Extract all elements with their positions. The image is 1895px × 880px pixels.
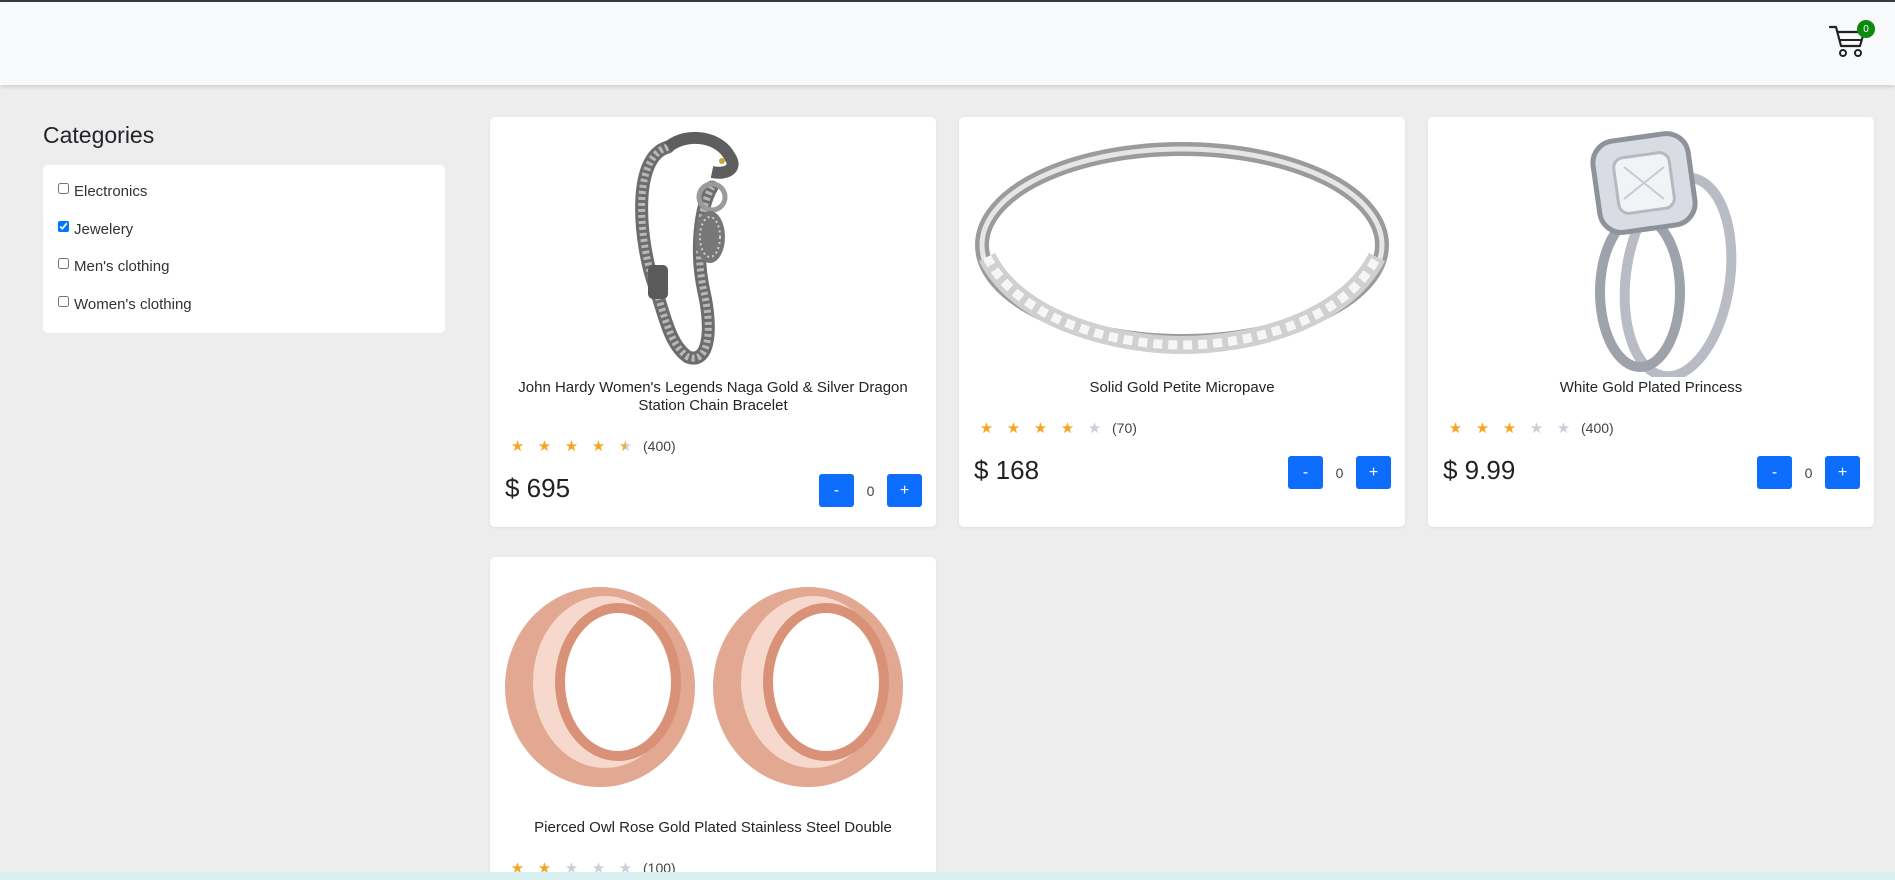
star-half-icon: ★	[612, 437, 639, 455]
product-card[interactable]: John Hardy Women's Legends Naga Gold & S…	[490, 117, 936, 527]
category-mens-clothing[interactable]: Men's clothing	[58, 248, 430, 286]
cart-button[interactable]: 0	[1829, 20, 1875, 62]
quantity-value: 0	[1804, 464, 1813, 481]
product-image-bracelet	[635, 132, 739, 365]
product-price: $ 168	[974, 455, 1040, 485]
star-icon: ★	[1033, 420, 1048, 437]
star-empty-icon: ★	[1087, 420, 1102, 437]
quantity-value: 0	[866, 482, 875, 499]
product-title: Solid Gold Petite Micropave	[1089, 379, 1275, 396]
star-icon: ★	[1448, 420, 1463, 437]
product-image-ring-set	[1590, 131, 1737, 377]
star-icon: ★	[564, 438, 579, 455]
category-checkbox[interactable]	[58, 258, 69, 270]
category-womens-clothing[interactable]: Women's clothing	[58, 286, 430, 324]
star-icon: ★	[591, 438, 606, 455]
product-card[interactable]: Pierced Owl Rose Gold Plated Stainless S…	[490, 557, 936, 880]
star-icon: ★	[1006, 420, 1021, 437]
star-icon: ★	[1475, 420, 1490, 437]
product-rating: ★ ★ ★ ★ ★ (400)	[1442, 419, 1614, 437]
product-rating: ★ ★ ★ ★ ★ (400)	[504, 437, 676, 455]
category-label: Men's clothing	[74, 258, 170, 276]
category-label: Women's clothing	[74, 295, 192, 313]
star-empty-icon: ★	[1529, 420, 1544, 437]
quantity-stepper: - 0 +	[1757, 456, 1860, 489]
category-label: Electronics	[74, 183, 148, 201]
decrease-button[interactable]: -	[1757, 456, 1792, 489]
bottom-strip	[0, 872, 1895, 880]
rating-count: (70)	[1112, 420, 1137, 436]
category-jewelery[interactable]: Jewelery	[58, 211, 430, 249]
decrease-button[interactable]: -	[819, 474, 854, 507]
product-rating: ★ ★ ★ ★ ★ (70)	[973, 419, 1137, 437]
product-price: $ 9.99	[1443, 455, 1516, 485]
product-title: Pierced Owl Rose Gold Plated Stainless S…	[534, 819, 892, 836]
star-empty-icon: ★	[1556, 420, 1571, 437]
top-navbar: 0	[0, 2, 1895, 85]
category-electronics[interactable]: Electronics	[58, 173, 430, 211]
product-card[interactable]: White Gold Plated Princess ★ ★ ★ ★ ★ (40…	[1428, 117, 1874, 527]
quantity-value: 0	[1335, 464, 1344, 481]
rating-count: (400)	[643, 438, 676, 454]
category-checkbox[interactable]	[58, 220, 69, 232]
cart-count-badge: 0	[1857, 20, 1875, 38]
category-sidebar: Categories Electronics Jewelery Men's cl…	[43, 122, 445, 333]
increase-button[interactable]: +	[1356, 456, 1391, 489]
product-title: John Hardy Women's Legends Naga Gold & S…	[518, 379, 908, 414]
product-price: $ 695	[505, 473, 571, 503]
star-icon: ★	[537, 438, 552, 455]
product-card[interactable]: Solid Gold Petite Micropave ★ ★ ★ ★ ★ (7…	[959, 117, 1405, 527]
star-icon: ★	[1502, 420, 1517, 437]
category-checkbox[interactable]	[58, 295, 69, 307]
star-icon: ★	[510, 438, 525, 455]
product-title: White Gold Plated Princess	[1559, 379, 1743, 396]
star-icon: ★	[979, 420, 994, 437]
increase-button[interactable]: +	[1825, 456, 1860, 489]
product-image-plugs	[505, 587, 903, 787]
category-label: Jewelery	[74, 220, 134, 238]
product-image-ring	[975, 142, 1389, 355]
quantity-stepper: - 0 +	[1288, 456, 1391, 489]
categories-heading: Categories	[43, 122, 155, 148]
quantity-stepper: - 0 +	[819, 474, 922, 507]
category-checkbox[interactable]	[58, 183, 69, 195]
star-icon: ★	[1060, 420, 1075, 437]
category-list: Electronics Jewelery Men's clothing Wome…	[43, 165, 445, 333]
increase-button[interactable]: +	[887, 474, 922, 507]
rating-count: (400)	[1581, 420, 1614, 436]
decrease-button[interactable]: -	[1288, 456, 1323, 489]
